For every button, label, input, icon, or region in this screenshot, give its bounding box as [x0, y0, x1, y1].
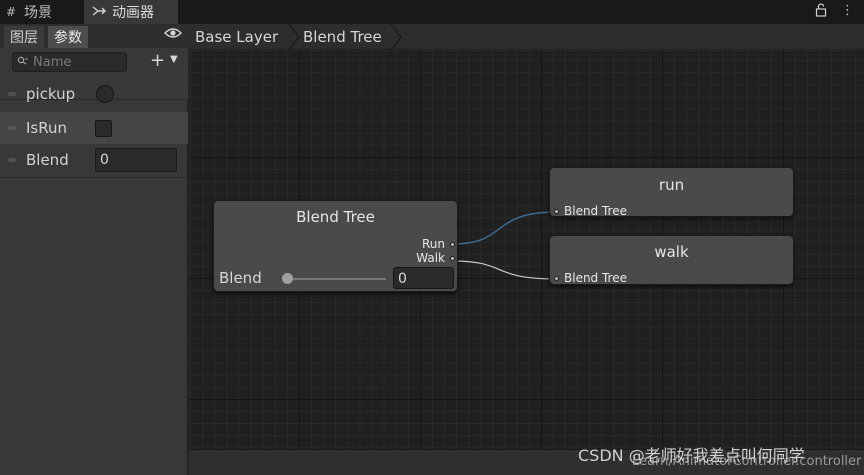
input-port[interactable] — [554, 209, 559, 214]
motion-node-walk[interactable]: walk Blend Tree — [549, 235, 794, 285]
tab-parameters[interactable]: 参数 — [48, 26, 88, 48]
drag-handle-icon[interactable]: ═ — [0, 153, 24, 167]
search-placeholder: Name — [33, 54, 72, 70]
blend-value-field[interactable]: 0 — [393, 267, 454, 289]
drag-handle-icon[interactable]: ═ — [0, 121, 24, 135]
input-port-label: Blend Tree — [564, 204, 627, 218]
parameter-name: IsRun — [26, 119, 68, 137]
animator-window: # 场景 动画器 ⋮ 图层 参数 Name + ▼ ═ pickup ═ IsR… — [0, 0, 864, 475]
wire-run — [451, 211, 558, 245]
watermark: CSDN @老师好我差点叫何同学 — [578, 446, 805, 465]
breadcrumb: Base Layer Blend Tree — [189, 24, 864, 50]
breadcrumb-separator-icon — [288, 24, 300, 50]
window-tab-bar: # 场景 动画器 ⋮ — [0, 0, 864, 24]
bool-checkbox[interactable] — [95, 119, 112, 137]
tab-scene-label: 场景 — [24, 5, 52, 21]
output-port-walk-label: Walk — [416, 251, 445, 265]
parameter-name: pickup — [26, 85, 76, 103]
parameters-panel: 图层 参数 Name + ▼ ═ pickup ═ IsRun ═ Blend … — [0, 24, 188, 475]
blend-slider-track[interactable] — [286, 278, 386, 280]
divider — [0, 177, 188, 178]
output-port-run-label: Run — [421, 237, 445, 251]
float-value-field[interactable]: 0 — [95, 148, 177, 172]
animator-icon — [92, 5, 106, 20]
blend-slider-knob[interactable] — [282, 273, 293, 284]
eye-icon[interactable] — [164, 27, 182, 43]
window-controls: ⋮ — [815, 3, 854, 21]
output-port-run[interactable] — [450, 242, 455, 247]
add-parameter-button[interactable]: + — [150, 50, 165, 71]
more-menu-icon[interactable]: ⋮ — [841, 3, 854, 21]
panel-subtabs: 图层 参数 — [0, 24, 188, 48]
blend-parameter-label: Blend — [219, 269, 262, 287]
node-title: walk — [654, 243, 689, 261]
wire-walk — [451, 260, 558, 280]
output-port-walk[interactable] — [450, 256, 455, 261]
drag-handle-icon[interactable]: ═ — [0, 87, 24, 101]
blend-tree-graph[interactable]: Blend Tree Run Walk Blend 0 run Blend Tr… — [189, 51, 864, 449]
breadcrumb-blend-tree[interactable]: Blend Tree — [303, 24, 382, 50]
parameter-search-input[interactable]: Name — [12, 52, 127, 72]
tab-layers[interactable]: 图层 — [4, 26, 44, 48]
node-title: Blend Tree — [296, 208, 375, 226]
tab-animator[interactable]: 动画器 — [84, 0, 178, 24]
motion-node-run[interactable]: run Blend Tree — [549, 167, 794, 218]
parameter-row-blend[interactable]: ═ Blend 0 — [0, 144, 188, 176]
tab-animator-label: 动画器 — [112, 5, 154, 21]
search-icon — [13, 56, 33, 69]
tab-scene[interactable]: # 场景 — [4, 0, 84, 24]
lock-icon[interactable] — [815, 3, 827, 21]
breadcrumb-separator-icon — [390, 24, 402, 50]
parameter-row-isrun[interactable]: ═ IsRun — [0, 112, 188, 144]
breadcrumb-base-layer[interactable]: Base Layer — [195, 24, 278, 50]
node-title: run — [658, 176, 685, 194]
chevron-down-icon[interactable]: ▼ — [170, 54, 178, 65]
input-port[interactable] — [554, 276, 559, 281]
blend-tree-node[interactable]: Blend Tree Run Walk Blend 0 — [213, 200, 458, 292]
input-port-label: Blend Tree — [564, 271, 627, 285]
scene-grid-icon: # — [5, 5, 17, 19]
parameter-name: Blend — [26, 151, 69, 169]
parameter-row-pickup[interactable]: ═ pickup — [0, 78, 188, 110]
trigger-toggle[interactable] — [96, 85, 114, 103]
